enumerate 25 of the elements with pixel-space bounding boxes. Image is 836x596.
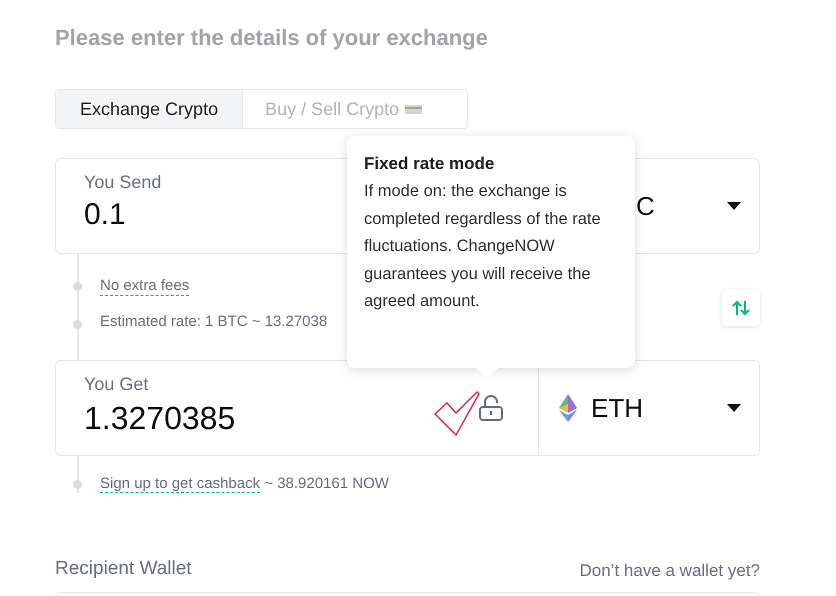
- amount-input[interactable]: 1.3270385: [84, 398, 236, 438]
- page-heading: Please enter the details of your exchange: [55, 24, 488, 52]
- section-label: Recipient Wallet: [55, 557, 192, 581]
- tab[interactable]: Exchange Crypto: [56, 90, 244, 128]
- caret-icon[interactable]: [727, 404, 741, 412]
- info-link[interactable]: No extra fees: [100, 277, 190, 296]
- lock-button[interactable]: [478, 393, 504, 423]
- card-icon: [405, 104, 422, 114]
- checkmark-icon: [434, 391, 480, 436]
- amount-input[interactable]: 0.1: [84, 195, 126, 235]
- field-label: You Send: [84, 171, 162, 193]
- swap-button[interactable]: [722, 289, 760, 326]
- ethereum-icon: [559, 394, 577, 422]
- wallet-link[interactable]: Don’t have a wallet yet?: [580, 558, 760, 584]
- info-link[interactable]: Estimated rate: 1 BTC ~ 13.27038: [100, 313, 328, 331]
- tooltip-text: If mode on: the exchange is completed regardless of the rate fluctuations. ChangeNOW guarantees you will receive the agreed amount.: [364, 181, 602, 312]
- cashback-text: Sign up to get cashback ~ 38.920161 NOW: [100, 475, 389, 493]
- currency-selector[interactable]: C: [636, 186, 655, 226]
- currency-selector[interactable]: ETH: [591, 388, 643, 428]
- swap-icon: [731, 300, 751, 316]
- tooltip-title: Fixed rate mode: [364, 153, 496, 175]
- field-label: You Get: [84, 373, 150, 395]
- caret-icon[interactable]: [727, 202, 741, 210]
- lock-icon: [479, 395, 503, 421]
- signup-link[interactable]: Sign up to get cashback: [100, 475, 260, 493]
